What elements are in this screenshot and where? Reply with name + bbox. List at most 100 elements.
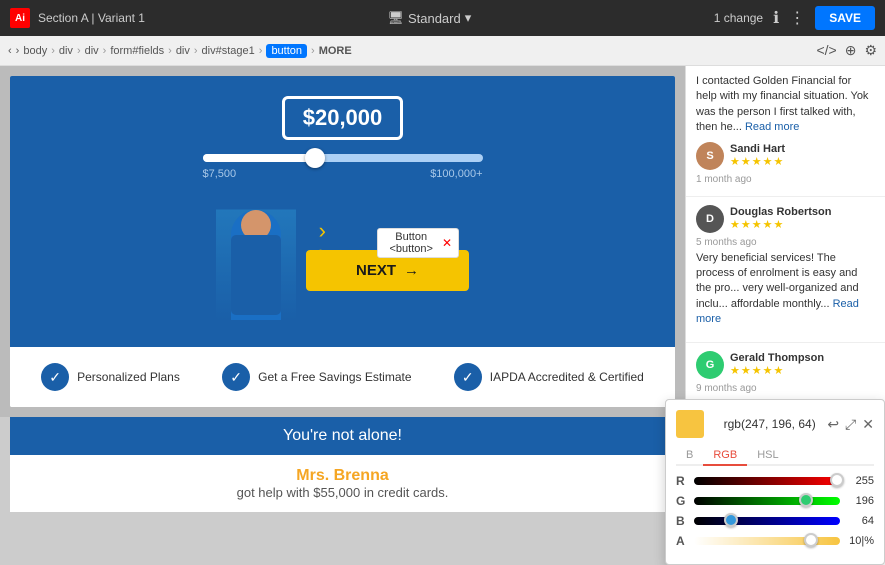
device-mode-icon: 🖥 <box>387 10 404 26</box>
section-label: Section A | Variant 1 <box>38 11 145 25</box>
picker-undo-icon[interactable]: ↩ <box>827 416 839 433</box>
breadcrumb-item-div2[interactable]: div <box>85 45 99 57</box>
reviewer-info-0: Sandi Hart ★★★★★ <box>730 143 785 168</box>
tab-rgb[interactable]: RGB <box>703 446 747 466</box>
color-picker-header: rgb(247, 196, 64) ↩ ⤢ ✕ <box>685 410 874 438</box>
breadcrumb-item-button[interactable]: button <box>266 44 307 58</box>
review-item-0: I contacted Golden Financial for help wi… <box>686 66 885 197</box>
sep1: › <box>51 45 55 57</box>
changes-badge: 1 change <box>714 11 763 25</box>
review-time-0: 1 month ago <box>696 174 875 185</box>
channel-a: A 10|% <box>685 534 874 548</box>
stars-1: ★★★★★ <box>730 218 831 231</box>
a-value: 10|% <box>844 535 874 547</box>
alone-title: You're not alone! <box>20 427 665 445</box>
next-area: ››› Button <button> ✕ NEXT <box>216 190 469 320</box>
breadcrumb-item-div3[interactable]: div <box>176 45 190 57</box>
stars-0: ★★★★★ <box>730 155 785 168</box>
stars-2: ★★★★★ <box>730 364 824 377</box>
g-label: G <box>685 494 690 508</box>
form-content-row: ››› Button <button> ✕ NEXT <box>216 190 469 320</box>
device-mode-label[interactable]: Standard <box>408 11 461 26</box>
benefit-label-2: IAPDA Accredited & Certified <box>490 370 644 384</box>
tab-hsl[interactable]: HSL <box>747 446 788 464</box>
color-picker-overlay: rgb(247, 196, 64) ↩ ⤢ ✕ B RGB HSL R 255 <box>685 399 885 565</box>
breadcrumb-item-body[interactable]: body <box>23 45 47 57</box>
tooltip-close[interactable]: ✕ <box>442 236 452 250</box>
benefit-icon-1: ✓ <box>222 363 250 391</box>
code-icon[interactable]: </> <box>816 42 836 59</box>
g-slider[interactable] <box>694 497 840 505</box>
avatar-1: D <box>696 205 724 233</box>
info-button[interactable]: ℹ <box>773 8 779 28</box>
sep5: › <box>194 45 198 57</box>
sep2: › <box>77 45 81 57</box>
breadcrumb-more[interactable]: MORE <box>319 45 352 57</box>
g-thumb[interactable] <box>799 493 813 507</box>
testimonial-section: Mrs. Brenna got help with $55,000 in cre… <box>10 455 675 512</box>
next-arrow-icon: → <box>404 262 419 279</box>
review-text-1: Very beneficial services! The process of… <box>696 251 875 328</box>
b-slider[interactable] <box>694 517 840 525</box>
channel-g: G 196 <box>685 494 874 508</box>
form-section: $20,000 $7,500 $100,000+ <box>10 76 675 345</box>
slider-max-label: $100,000+ <box>430 168 482 180</box>
settings-icon[interactable]: ⚙ <box>864 42 877 59</box>
top-bar-left: Ai Section A | Variant 1 <box>10 8 145 28</box>
amount-display: $20,000 <box>282 96 404 140</box>
review-time-2: 9 months ago <box>696 383 875 394</box>
slider-labels: $7,500 $100,000+ <box>203 168 483 180</box>
main-layout: $20,000 $7,500 $100,000+ <box>0 66 885 565</box>
testimonial-text: got help with $55,000 in credit cards. <box>22 485 663 500</box>
picker-close-icon[interactable]: ✕ <box>862 416 874 433</box>
reviewer-row-0: S Sandi Hart ★★★★★ <box>696 142 875 170</box>
breadcrumb-nav-fwd[interactable]: › <box>16 45 20 57</box>
review-text-0: I contacted Golden Financial for help wi… <box>696 74 875 136</box>
adobe-icon: Ai <box>10 8 30 28</box>
more-options-button[interactable]: ⋮ <box>789 8 805 28</box>
slider-thumb[interactable] <box>305 148 325 168</box>
breadcrumb-item-div1[interactable]: div <box>59 45 73 57</box>
device-dropdown-icon[interactable]: ▾ <box>465 10 472 26</box>
slider-container[interactable] <box>203 154 483 162</box>
target-icon[interactable]: ⊕ <box>845 42 857 59</box>
tooltip-text: Button <button> <box>384 231 437 255</box>
b-thumb[interactable] <box>724 513 738 527</box>
benefit-label-0: Personalized Plans <box>77 370 180 384</box>
testimonial-name: Mrs. Brenna <box>22 467 663 485</box>
a-thumb[interactable] <box>804 533 818 547</box>
review-item-1: D Douglas Robertson ★★★★★ 5 months ago V… <box>686 197 885 343</box>
sep7: › <box>311 45 315 57</box>
breadcrumb-item-form[interactable]: form#fields <box>110 45 164 57</box>
sep4: › <box>168 45 172 57</box>
benefit-item-2: ✓ IAPDA Accredited & Certified <box>454 363 644 391</box>
reviewer-name-1: Douglas Robertson <box>730 206 831 218</box>
tab-b[interactable]: B <box>685 446 703 464</box>
color-swatch[interactable] <box>685 410 704 438</box>
channel-b: B 64 <box>685 514 874 528</box>
read-more-0[interactable]: Read more <box>745 121 799 133</box>
next-label: NEXT <box>356 262 396 279</box>
slider-fill <box>203 154 315 162</box>
woman-image <box>216 190 296 320</box>
reviewer-info-2: Gerald Thompson ★★★★★ <box>730 352 824 377</box>
benefit-label-1: Get a Free Savings Estimate <box>258 370 411 384</box>
woman-body <box>231 210 281 320</box>
breadcrumb-bar: ‹ › body › div › div › form#fields › div… <box>0 36 885 66</box>
sep3: › <box>103 45 107 57</box>
avatar-0: S <box>696 142 724 170</box>
save-button[interactable]: SAVE <box>815 6 875 30</box>
a-slider[interactable] <box>694 537 840 545</box>
breadcrumb-item-stage1[interactable]: div#stage1 <box>202 45 255 57</box>
read-more-1[interactable]: Read more <box>696 298 859 325</box>
r-slider[interactable] <box>694 477 840 485</box>
r-thumb[interactable] <box>830 473 844 487</box>
inner-canvas: $20,000 $7,500 $100,000+ <box>10 76 675 407</box>
picker-expand-icon[interactable]: ⤢ <box>845 416 856 433</box>
b-value: 64 <box>844 515 874 527</box>
reviewer-info-1: Douglas Robertson ★★★★★ <box>730 206 831 231</box>
breadcrumb-nav-back[interactable]: ‹ <box>8 45 12 57</box>
button-area: Button <button> ✕ NEXT → <box>306 220 469 291</box>
benefits-row: ✓ Personalized Plans ✓ Get a Free Saving… <box>10 345 675 407</box>
woman-torso <box>231 235 281 315</box>
